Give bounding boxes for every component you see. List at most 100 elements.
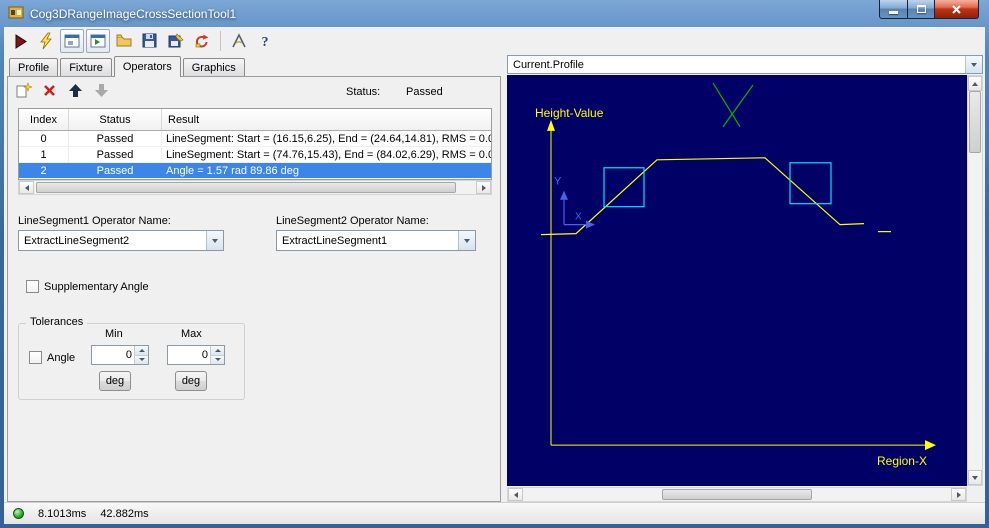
axis-marker-y-label: Y (554, 176, 562, 188)
dropdown-button[interactable] (458, 231, 475, 250)
y-axis-arrow (547, 119, 555, 131)
tab-fixture[interactable]: Fixture (60, 58, 112, 76)
new-operator-icon (16, 82, 32, 98)
cell-result: Angle = 1.57 rad 89.86 deg (166, 165, 300, 177)
max-label: Max (181, 328, 202, 340)
arrow-left-icon (24, 184, 29, 191)
y-axis-label: Height-Value (535, 106, 604, 120)
tab-operators[interactable]: Operators (113, 56, 181, 77)
scroll-right-button[interactable] (476, 181, 491, 194)
angle-tolerance-checkline: Angle (29, 351, 75, 364)
min-unit-button[interactable]: deg (99, 371, 131, 391)
tab-graphics[interactable]: Graphics (182, 58, 245, 76)
help-button[interactable]: ? (253, 29, 277, 53)
cell-index: 0 (19, 131, 69, 146)
min-label: Min (105, 328, 123, 340)
close-button[interactable] (935, 0, 979, 19)
run-button[interactable] (8, 29, 32, 53)
min-value-input[interactable] (92, 346, 134, 364)
open-folder-icon (116, 34, 132, 47)
max-spinner (167, 345, 225, 365)
table-row-selected[interactable]: 2 Passed Angle = 1.57 rad 89.86 deg (19, 163, 491, 179)
reset-button[interactable] (190, 29, 214, 53)
dropdown-button[interactable] (206, 231, 223, 250)
scroll-right-button[interactable] (951, 488, 966, 501)
cell-index: 1 (19, 147, 69, 162)
spin-down-button[interactable] (135, 355, 148, 364)
close-icon (952, 4, 961, 14)
arrow-up-icon (69, 84, 82, 97)
min-unit-label: deg (105, 375, 125, 387)
lightning-icon (40, 32, 52, 50)
segment1-region-marker[interactable] (603, 167, 645, 208)
spinner-buttons (134, 346, 148, 364)
tab-profile[interactable]: Profile (9, 58, 59, 76)
tab-label: Operators (122, 61, 172, 73)
tab-label: Fixture (69, 61, 103, 74)
tab-label: Profile (18, 61, 50, 74)
max-value-input[interactable] (168, 346, 210, 364)
spin-up-button[interactable] (135, 346, 148, 356)
max-unit-button[interactable]: deg (175, 371, 207, 391)
lineseg2-combobox[interactable]: ExtractLineSegment1 (276, 230, 476, 251)
delete-icon (44, 85, 55, 96)
reset-icon (195, 34, 209, 48)
save-as-button[interactable] (164, 29, 188, 53)
profile-plot-display[interactable]: Height-Value Region-X Y X (507, 75, 967, 486)
graphics-vscrollbar[interactable] (967, 75, 983, 486)
open-button[interactable] (112, 29, 136, 53)
dropdown-button[interactable] (965, 56, 982, 73)
scroll-track[interactable] (34, 181, 476, 194)
scroll-thumb[interactable] (969, 91, 981, 153)
scroll-left-button[interactable] (508, 488, 523, 501)
minimize-button[interactable] (879, 0, 908, 19)
move-down-button[interactable] (92, 81, 111, 100)
scroll-up-button[interactable] (968, 76, 982, 91)
record-display-icon (64, 34, 80, 48)
scroll-down-button[interactable] (968, 470, 982, 485)
supplementary-angle-checkline: Supplementary Angle (26, 280, 149, 293)
electric-run-button[interactable] (34, 29, 58, 53)
record-display-button[interactable] (60, 29, 84, 53)
lineseg2-label: LineSegment2 Operator Name: (276, 215, 429, 227)
spin-down-button[interactable] (211, 355, 224, 364)
graphics-hscrollbar[interactable] (507, 487, 967, 502)
arrow-down-icon (214, 358, 221, 362)
operators-tabpage: Status: Passed Index Status Result 0 Pas… (7, 76, 501, 502)
supplementary-angle-checkbox[interactable] (26, 280, 39, 293)
help-icon: ? (262, 35, 269, 50)
record-display-add-button[interactable] (86, 29, 110, 53)
column-header-result: Result (168, 113, 200, 126)
lineseg2-value: ExtractLineSegment1 (282, 234, 388, 247)
table-row[interactable]: 1 Passed LineSegment: Start = (74.76,15.… (19, 147, 491, 163)
titlebar[interactable]: Cog3DRangeImageCrossSectionTool1 (4, 0, 985, 27)
run-icon (15, 34, 27, 49)
scroll-track[interactable] (968, 91, 982, 470)
maximize-button[interactable] (908, 0, 935, 19)
save-as-icon (168, 33, 184, 48)
save-icon (142, 33, 157, 48)
status-indicator-icon (13, 508, 24, 519)
tolerances-legend: Tolerances (26, 316, 88, 328)
scroll-thumb[interactable] (662, 489, 812, 500)
lineseg1-combobox[interactable]: ExtractLineSegment2 (18, 230, 224, 251)
tolerances-groupbox: Tolerances Min Max Angle 0 0 deg deg (18, 316, 245, 400)
max-unit-label: deg (181, 375, 201, 387)
table-hscrollbar[interactable] (18, 180, 492, 195)
save-button[interactable] (138, 29, 162, 53)
delete-operator-button[interactable] (40, 81, 59, 100)
scroll-track[interactable] (523, 488, 951, 501)
client-area: ? Profile Fixture Operators Graphics Sta… (4, 27, 985, 524)
table-row[interactable]: 0 Passed LineSegment: Start = (16.15,6.2… (19, 131, 491, 147)
scroll-left-button[interactable] (19, 181, 34, 194)
min-spinner (91, 345, 149, 365)
spin-up-button[interactable] (211, 346, 224, 356)
add-operator-button[interactable] (14, 81, 33, 100)
minimize-icon (889, 10, 898, 14)
move-up-button[interactable] (66, 81, 85, 100)
scroll-thumb[interactable] (36, 182, 456, 193)
axis-marker-x-label: X (575, 212, 582, 223)
measure-tool-button[interactable] (227, 29, 251, 53)
record-selector-combobox[interactable]: Current.Profile (507, 55, 983, 74)
angle-tolerance-checkbox[interactable] (29, 351, 42, 364)
